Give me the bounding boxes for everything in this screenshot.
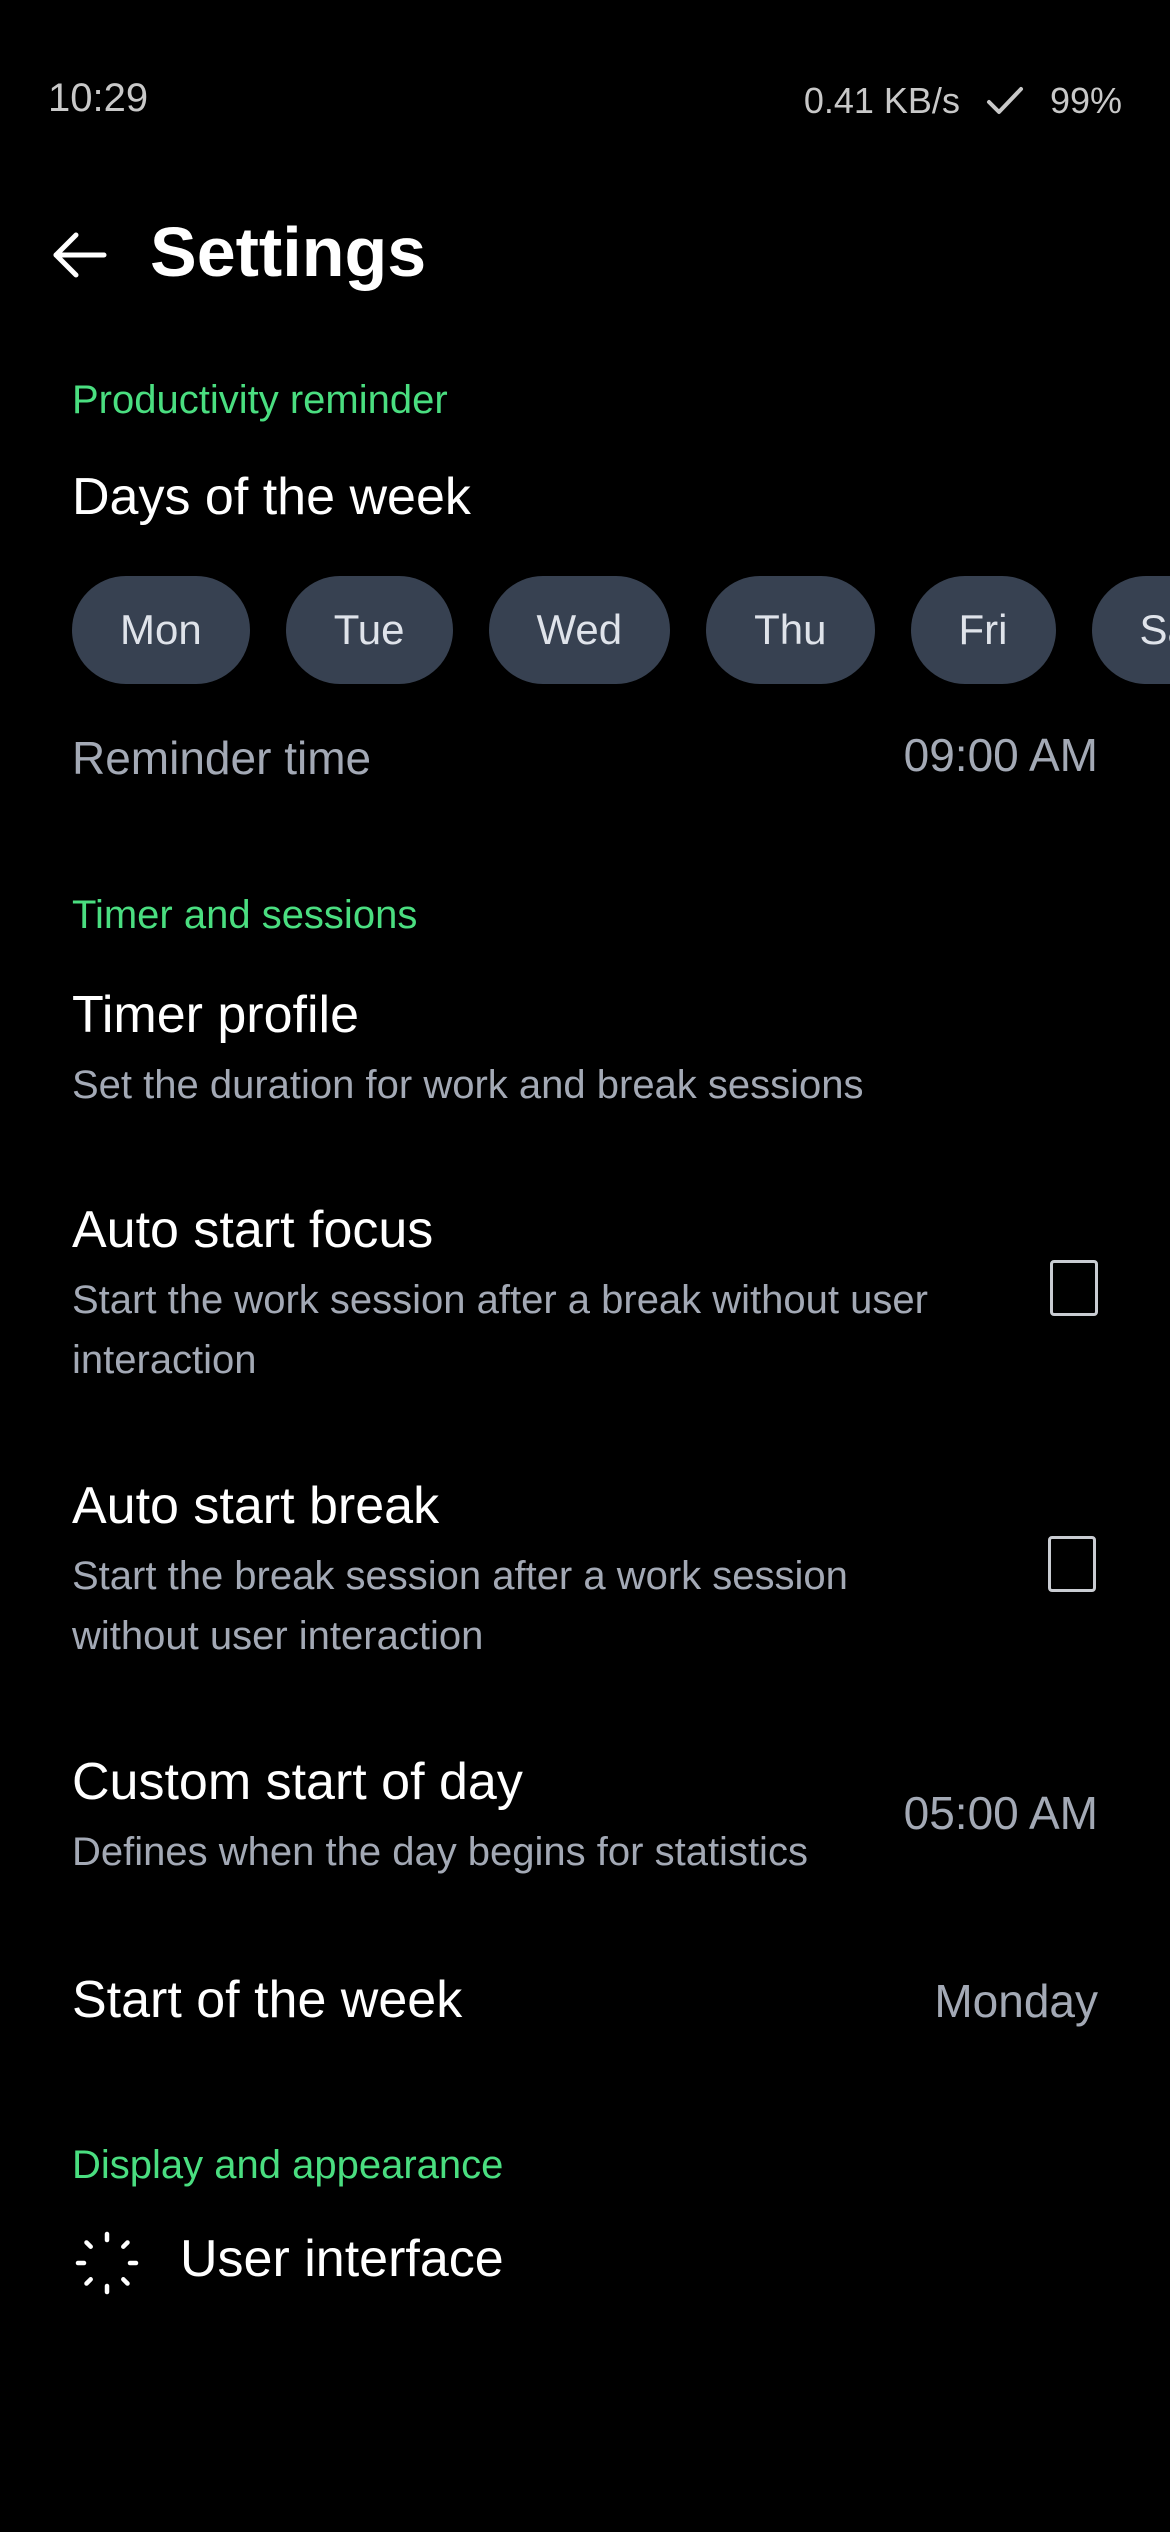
reminder-time-row[interactable]: Reminder time 09:00 AM	[0, 710, 1170, 810]
network-speed: 0.41 KB/s	[803, 80, 960, 121]
auto-start-focus-row[interactable]: Auto start focus Start the work session …	[0, 1190, 1170, 1400]
back-button[interactable]	[40, 220, 120, 290]
auto-start-break-subtitle-line1: Start the break session after a work ses…	[72, 1554, 848, 1598]
days-of-week-title: Days of the week	[72, 468, 471, 526]
arrow-left-icon	[53, 232, 107, 278]
day-chip-thu[interactable]: Thu	[706, 576, 875, 684]
start-of-week-title: Start of the week	[72, 1971, 463, 2029]
section-header-display-and-appearance: Display and appearance	[72, 2143, 504, 2187]
timer-profile-title: Timer profile	[72, 986, 360, 1044]
day-chip-tue[interactable]: Tue	[285, 576, 453, 684]
auto-start-break-title: Auto start break	[72, 1477, 440, 1535]
custom-start-of-day-row[interactable]: Custom start of day Defines when the day…	[0, 1742, 1170, 1892]
day-chip-fri[interactable]: Fri	[910, 576, 1056, 684]
auto-start-focus-title: Auto start focus	[72, 1201, 434, 1259]
day-chip-sat[interactable]: Sat	[1091, 576, 1170, 684]
auto-start-focus-checkbox[interactable]	[1050, 1260, 1098, 1316]
auto-start-focus-subtitle-line1: Start the work session after a break wit…	[72, 1278, 928, 1322]
custom-start-of-day-value: 05:00 AM	[903, 1787, 1098, 1839]
day-chip-wed[interactable]: Wed	[488, 576, 671, 684]
reminder-time-value: 09:00 AM	[903, 729, 1098, 781]
custom-start-of-day-subtitle: Defines when the day begins for statisti…	[72, 1830, 808, 1874]
status-time: 10:29	[48, 76, 149, 120]
section-header-productivity-reminder: Productivity reminder	[72, 378, 448, 422]
start-of-week-row[interactable]: Start of the week Monday	[0, 1960, 1170, 2060]
timer-profile-row[interactable]: Timer profile Set the duration for work …	[0, 975, 1170, 1125]
custom-start-of-day-title: Custom start of day	[72, 1753, 523, 1811]
battery-level: 99%	[1049, 80, 1122, 121]
auto-start-break-subtitle-line2: without user interaction	[72, 1614, 484, 1658]
page-title: Settings	[150, 213, 427, 291]
app-bar: Settings	[0, 200, 1170, 310]
start-of-week-value: Monday	[934, 1975, 1098, 2027]
status-bar: 10:29 0.41 KB/s 99%	[0, 0, 1170, 200]
user-interface-row[interactable]: User interface	[0, 2205, 1170, 2325]
auto-start-break-row[interactable]: Auto start break Start the break session…	[0, 1466, 1170, 1676]
reminder-time-label: Reminder time	[72, 732, 372, 784]
check-icon	[986, 85, 1024, 117]
day-chips: Mon Tue Wed Thu Fri Sat	[72, 576, 1170, 686]
section-header-timer-and-sessions: Timer and sessions	[72, 893, 418, 937]
loader-dots-icon	[75, 2231, 139, 2295]
timer-profile-subtitle: Set the duration for work and break sess…	[72, 1063, 864, 1107]
status-indicators: 0.41 KB/s 99%	[804, 80, 1122, 122]
auto-start-break-checkbox[interactable]	[1048, 1536, 1096, 1592]
auto-start-focus-subtitle-line2: interaction	[72, 1338, 257, 1382]
day-chip-mon[interactable]: Mon	[72, 576, 250, 684]
user-interface-title: User interface	[180, 2230, 504, 2288]
